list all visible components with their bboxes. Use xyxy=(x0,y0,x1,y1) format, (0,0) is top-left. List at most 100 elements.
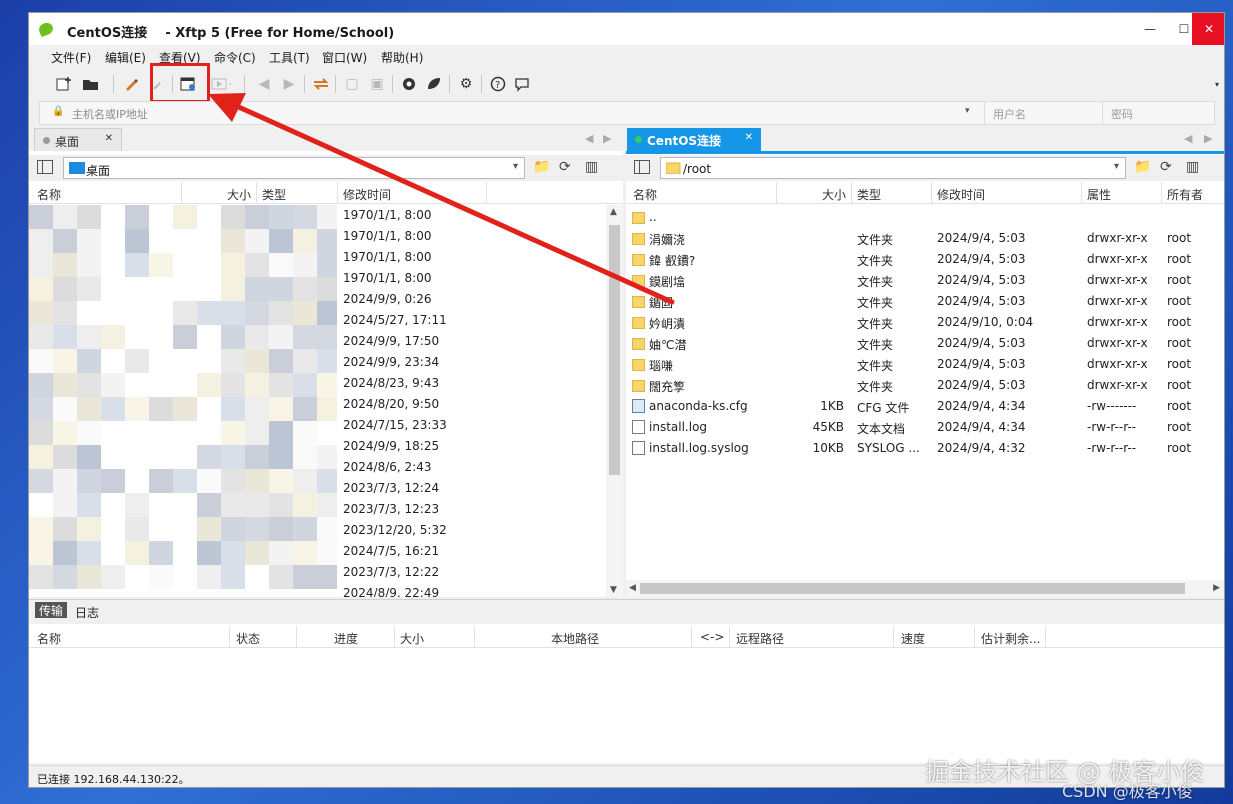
active-pane-indicator xyxy=(626,151,1224,154)
mosaic-tile xyxy=(125,397,149,421)
col-type[interactable]: 类型 xyxy=(857,186,881,203)
refresh-icon[interactable]: ⟳ xyxy=(559,159,571,175)
local-row-date: 2024/9/9, 0:26 xyxy=(343,292,432,306)
sidebar-toggle-icon[interactable] xyxy=(37,160,53,174)
col-remote-path[interactable]: 远程路径 xyxy=(736,630,784,647)
col-modified[interactable]: 修改时间 xyxy=(343,186,391,203)
chat-icon[interactable] xyxy=(512,74,532,94)
mosaic-tile xyxy=(29,325,53,349)
mosaic-tile xyxy=(125,445,149,469)
mosaic-tile xyxy=(269,421,293,445)
scroll-thumb[interactable] xyxy=(609,225,620,475)
tab-prev-icon[interactable]: ◀ xyxy=(585,132,593,145)
path-dropdown-icon[interactable]: ▾ xyxy=(1114,161,1119,172)
minimize-button[interactable]: — xyxy=(1133,13,1167,45)
tab-next-icon[interactable]: ▶ xyxy=(603,132,611,145)
remote-file-row[interactable]: 鏌剧墖 文件夹 2024/9/4, 5:03 drwxr-xr-x root xyxy=(626,270,1224,291)
menu-command[interactable]: 命令(C) xyxy=(214,49,256,66)
scroll-down-icon[interactable]: ▼ xyxy=(610,585,617,595)
open-folder-icon[interactable] xyxy=(81,74,101,94)
settings-icon[interactable]: ⚙ xyxy=(456,74,476,94)
col-name[interactable]: 名称 xyxy=(37,630,61,647)
remote-file-row[interactable]: 鍎囩 文件夹 2024/9/4, 5:03 drwxr-xr-x root xyxy=(626,291,1224,312)
sync-icon[interactable] xyxy=(311,74,331,94)
col-speed[interactable]: 速度 xyxy=(901,630,925,647)
properties-brush-icon[interactable] xyxy=(121,74,141,94)
col-name[interactable]: 名称 xyxy=(633,186,657,203)
tab-centos-connection[interactable]: CentOS连接 ✕ xyxy=(627,128,761,151)
open-folder-icon[interactable]: 📁 xyxy=(533,159,550,175)
scroll-right-icon[interactable]: ▶ xyxy=(1213,583,1220,593)
password-input[interactable]: 密码 xyxy=(1102,102,1214,124)
col-type[interactable]: 类型 xyxy=(262,186,286,203)
tab-transfer[interactable]: 传输 xyxy=(35,602,68,618)
menu-edit[interactable]: 编辑(E) xyxy=(105,49,146,66)
toolbar-overflow-icon[interactable]: ▾ xyxy=(1207,74,1224,94)
scroll-up-icon[interactable]: ▲ xyxy=(610,207,617,217)
local-vertical-scrollbar[interactable]: ▲ ▼ xyxy=(606,205,623,597)
copy-icon[interactable]: ▢ xyxy=(342,74,362,94)
menu-tools[interactable]: 工具(T) xyxy=(269,49,310,66)
remote-row-name: 妯℃澘 xyxy=(649,338,687,352)
col-size[interactable]: 大小 xyxy=(227,186,251,203)
remote-file-row[interactable]: 涓嬭浇 文件夹 2024/9/4, 5:03 drwxr-xr-x root xyxy=(626,228,1224,249)
col-modified[interactable]: 修改时间 xyxy=(937,186,985,203)
col-size[interactable]: 大小 xyxy=(822,186,846,203)
close-button[interactable]: ✕ xyxy=(1192,13,1224,45)
local-path-input[interactable]: 桌面 ▾ xyxy=(63,157,525,179)
paste-icon[interactable]: ▣ xyxy=(367,74,387,94)
col-name[interactable]: 名称 xyxy=(37,186,61,203)
host-input[interactable]: 主机名或IP地址 xyxy=(72,106,148,122)
mosaic-tile xyxy=(293,469,317,493)
new-session-icon[interactable] xyxy=(54,74,74,94)
remote-file-row[interactable]: anaconda-ks.cfg 1KB CFG 文件 2024/9/4, 4:34 -r… xyxy=(626,396,1224,417)
sidebar-toggle-icon[interactable] xyxy=(634,160,650,174)
open-folder-icon[interactable]: 📁 xyxy=(1134,159,1151,175)
tab-prev-icon[interactable]: ◀ xyxy=(1184,132,1192,145)
xftp-icon[interactable] xyxy=(424,74,444,94)
col-eta[interactable]: 估计剩余... xyxy=(981,630,1040,647)
col-size[interactable]: 大小 xyxy=(400,630,424,647)
remote-file-row[interactable]: .. xyxy=(626,207,1224,228)
local-row-date: 2024/7/15, 23:33 xyxy=(343,418,447,432)
remote-file-row[interactable]: install.log 45KB 文本文档 2024/9/4, 4:34 -rw-r--… xyxy=(626,417,1224,438)
forward-arrow-icon[interactable]: ▶ xyxy=(279,74,299,94)
col-owner[interactable]: 所有者 xyxy=(1167,186,1203,203)
tab-local-desktop[interactable]: 桌面 ✕ xyxy=(34,128,122,151)
host-dropdown-icon[interactable]: ▾ xyxy=(965,106,970,116)
remote-file-row[interactable]: 妗岄潰 文件夹 2024/9/10, 0:04 drwxr-xr-x root xyxy=(626,312,1224,333)
view-mode-icon[interactable]: ▥ xyxy=(1186,159,1199,175)
col-local-path[interactable]: 本地路径 xyxy=(551,630,599,647)
help-icon[interactable]: ? xyxy=(488,74,508,94)
refresh-icon[interactable]: ⟳ xyxy=(1160,159,1172,175)
mosaic-tile xyxy=(269,445,293,469)
back-arrow-icon[interactable]: ◀ xyxy=(254,74,274,94)
local-row-date: 2024/8/23, 9:43 xyxy=(343,376,440,390)
remote-horizontal-scrollbar[interactable]: ◀ ▶ xyxy=(626,580,1224,597)
view-mode-icon[interactable]: ▥ xyxy=(585,159,598,175)
scroll-thumb[interactable] xyxy=(640,583,1185,594)
col-attributes[interactable]: 属性 xyxy=(1087,186,1111,203)
path-dropdown-icon[interactable]: ▾ xyxy=(513,161,518,172)
scroll-left-icon[interactable]: ◀ xyxy=(629,583,636,593)
col-status[interactable]: 状态 xyxy=(236,630,260,647)
remote-file-row[interactable]: install.log.syslog 10KB SYSLOG ... 2024/9/4… xyxy=(626,438,1224,459)
menu-help[interactable]: 帮助(H) xyxy=(381,49,423,66)
tab-log[interactable]: 日志 xyxy=(75,604,99,621)
remote-file-row[interactable]: 鍏 叡鐨? 文件夹 2024/9/4, 5:03 drwxr-xr-x root xyxy=(626,249,1224,270)
remote-file-row[interactable]: 闊充箰 文件夹 2024/9/4, 5:03 drwxr-xr-x root xyxy=(626,375,1224,396)
tab-next-icon[interactable]: ▶ xyxy=(1204,132,1212,145)
remote-file-row[interactable]: 瑙嗛 文件夹 2024/9/4, 5:03 drwxr-xr-x root xyxy=(626,354,1224,375)
menu-file[interactable]: 文件(F) xyxy=(51,49,91,66)
remote-file-row[interactable]: 妯℃澘 文件夹 2024/9/4, 5:03 drwxr-xr-x root xyxy=(626,333,1224,354)
menu-window[interactable]: 窗口(W) xyxy=(322,49,367,66)
tab-close-icon[interactable]: ✕ xyxy=(745,132,753,143)
xshell-icon[interactable] xyxy=(399,74,419,94)
tab-close-icon[interactable]: ✕ xyxy=(105,133,113,144)
remote-path-input[interactable]: /root ▾ xyxy=(660,157,1126,179)
username-input[interactable]: 用户名 xyxy=(984,102,1099,124)
mosaic-tile xyxy=(317,397,337,421)
transfer-play-icon[interactable] xyxy=(211,74,231,94)
col-direction[interactable]: <-> xyxy=(700,630,724,644)
col-progress[interactable]: 进度 xyxy=(334,630,358,647)
